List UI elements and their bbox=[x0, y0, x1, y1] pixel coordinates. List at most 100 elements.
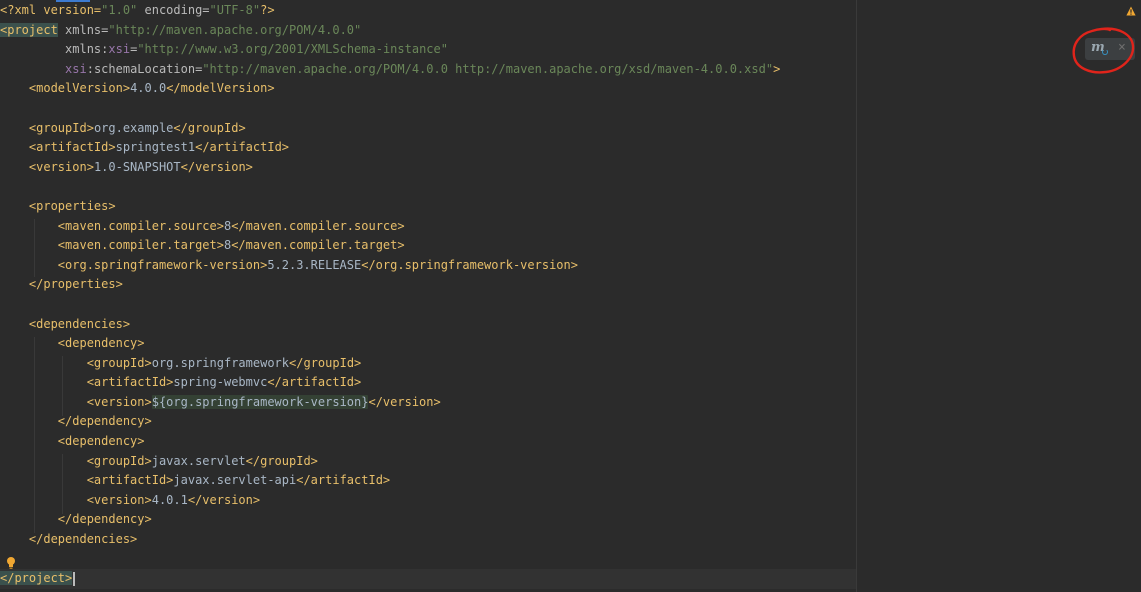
open-tag: <groupId> bbox=[86, 355, 152, 370]
tag-text: 4.0.0 bbox=[130, 81, 167, 96]
code-line: </dependencies> bbox=[0, 530, 856, 550]
close-tag: </modelVersion> bbox=[166, 81, 275, 96]
maven-reload-icon[interactable]: m bbox=[1091, 40, 1111, 58]
close-tag: </groupId> bbox=[173, 120, 246, 135]
code-line: <dependencies> bbox=[0, 315, 856, 335]
attr-name: encoding= bbox=[137, 3, 210, 17]
sync-arrows-icon bbox=[1102, 49, 1108, 55]
code-line: </dependency> bbox=[0, 510, 856, 530]
close-tag: </dependency> bbox=[57, 512, 152, 527]
open-tag: <maven.compiler.source> bbox=[57, 218, 224, 233]
tag-text: org.springframework bbox=[151, 355, 290, 370]
property-reference: ${org.springframework-version} bbox=[151, 394, 369, 409]
code-line: <groupId>org.example</groupId> bbox=[0, 119, 856, 139]
tag-text: spring-webmvc bbox=[173, 375, 268, 390]
open-tag: <maven.compiler.target> bbox=[57, 238, 224, 253]
code-line: <maven.compiler.source>8</maven.compiler… bbox=[0, 217, 856, 237]
tag-text: javax.servlet bbox=[151, 453, 246, 468]
open-tag: <groupId> bbox=[86, 453, 152, 468]
code-line: <artifactId>javax.servlet-api</artifactI… bbox=[0, 471, 856, 491]
code-line: <dependency> bbox=[0, 334, 856, 354]
tag-text: 5.2.3.RELEASE bbox=[267, 257, 362, 272]
tag-text: 4.0.1 bbox=[151, 492, 188, 507]
code-line: <dependency> bbox=[0, 432, 856, 452]
code-line: <?xml version="1.0" encoding="UTF-8"?> bbox=[0, 1, 856, 21]
warning-icon[interactable] bbox=[1126, 6, 1136, 16]
close-tag: </groupId> bbox=[245, 453, 318, 468]
code-line: <version>1.0-SNAPSHOT</version> bbox=[0, 158, 856, 178]
code-editor[interactable]: <?xml version="1.0" encoding="UTF-8"?> <… bbox=[0, 0, 1141, 592]
code-line: <version>4.0.1</version> bbox=[0, 491, 856, 511]
tag-close: > bbox=[773, 61, 781, 76]
attr-value: "1.0" bbox=[101, 3, 138, 17]
code-line: <groupId>javax.servlet</groupId> bbox=[0, 452, 856, 472]
close-tag: </version> bbox=[187, 492, 261, 507]
open-tag: <groupId> bbox=[28, 120, 94, 135]
attr-value: "http://www.w3.org/2001/XMLSchema-instan… bbox=[137, 42, 448, 57]
close-tag: </artifactId> bbox=[267, 375, 362, 390]
code-line: <project xmlns="http://maven.apache.org/… bbox=[0, 21, 856, 41]
close-tag: </properties> bbox=[28, 277, 123, 292]
code-line: xsi:schemaLocation="http://maven.apache.… bbox=[0, 60, 856, 80]
code-line: <modelVersion>4.0.0</modelVersion> bbox=[0, 79, 856, 99]
attr-name: xmlns: bbox=[65, 42, 109, 57]
tag-text: org.example bbox=[93, 120, 174, 135]
code-line: </dependency> bbox=[0, 412, 856, 432]
close-tag: </artifactId> bbox=[195, 140, 290, 155]
close-tag: </groupId> bbox=[289, 355, 362, 370]
namespace-prefix: xsi bbox=[65, 61, 87, 76]
open-tag: <artifactId> bbox=[86, 375, 174, 390]
right-margin-guide bbox=[856, 0, 857, 592]
close-tag: </maven.compiler.target> bbox=[231, 238, 405, 253]
open-tag: <version> bbox=[86, 394, 152, 409]
code-line: <artifactId>springtest1</artifactId> bbox=[0, 138, 856, 158]
xml-declaration-end: ?> bbox=[260, 3, 275, 17]
close-tag: </maven.compiler.source> bbox=[231, 218, 405, 233]
close-tag: </artifactId> bbox=[296, 473, 391, 488]
code-lines[interactable]: <?xml version="1.0" encoding="UTF-8"?> <… bbox=[0, 1, 856, 589]
close-tag: </dependencies> bbox=[28, 532, 138, 547]
current-line[interactable]: </project> bbox=[0, 569, 856, 589]
project-close-tag: </project> bbox=[0, 571, 73, 586]
xml-declaration: <?xml version= bbox=[0, 3, 102, 17]
code-line: <properties> bbox=[0, 197, 856, 217]
open-tag: <dependencies> bbox=[28, 316, 131, 331]
code-line: <groupId>org.springframework</groupId> bbox=[0, 354, 856, 374]
open-tag: <dependency> bbox=[57, 434, 145, 449]
open-tag: <artifactId> bbox=[86, 473, 174, 488]
close-icon[interactable]: × bbox=[1118, 40, 1126, 55]
attr-name: :schemaLocation= bbox=[86, 61, 203, 76]
code-line: <artifactId>spring-webmvc</artifactId> bbox=[0, 373, 856, 393]
open-tag: <version> bbox=[28, 159, 94, 174]
tag-text: springtest1 bbox=[115, 140, 196, 155]
lightbulb-icon[interactable] bbox=[5, 556, 17, 570]
open-tag: <artifactId> bbox=[28, 140, 116, 155]
close-tag: </version> bbox=[368, 394, 441, 409]
close-tag: </org.springframework-version> bbox=[361, 257, 578, 272]
close-tag: </dependency> bbox=[57, 414, 152, 429]
namespace-prefix: xsi bbox=[108, 42, 131, 57]
code-line: </properties> bbox=[0, 275, 856, 295]
attr-value: "http://maven.apache.org/POM/4.0.0" bbox=[108, 22, 362, 37]
maven-reload-toolbar: m × bbox=[1085, 38, 1135, 60]
text-caret bbox=[73, 571, 75, 586]
open-tag: <version> bbox=[86, 492, 152, 507]
open-tag: <modelVersion> bbox=[28, 81, 131, 96]
code-line: <maven.compiler.target>8</maven.compiler… bbox=[0, 236, 856, 256]
open-tag: <properties> bbox=[28, 198, 116, 213]
open-tag: <org.springframework-version> bbox=[57, 257, 268, 272]
open-tag: <dependency> bbox=[57, 336, 145, 351]
tag-text: javax.servlet-api bbox=[173, 473, 297, 488]
code-line: xmlns:xsi="http://www.w3.org/2001/XMLSch… bbox=[0, 40, 856, 60]
attr-value: "UTF-8" bbox=[209, 3, 261, 17]
close-tag: </version> bbox=[180, 159, 253, 174]
attr-name: xmlns= bbox=[57, 22, 109, 37]
attr-value: "http://maven.apache.org/POM/4.0.0 http:… bbox=[202, 61, 774, 76]
tag-text: 1.0-SNAPSHOT bbox=[93, 159, 181, 174]
code-line: <version>${org.springframework-version}<… bbox=[0, 393, 856, 413]
code-line: <org.springframework-version>5.2.3.RELEA… bbox=[0, 256, 856, 276]
